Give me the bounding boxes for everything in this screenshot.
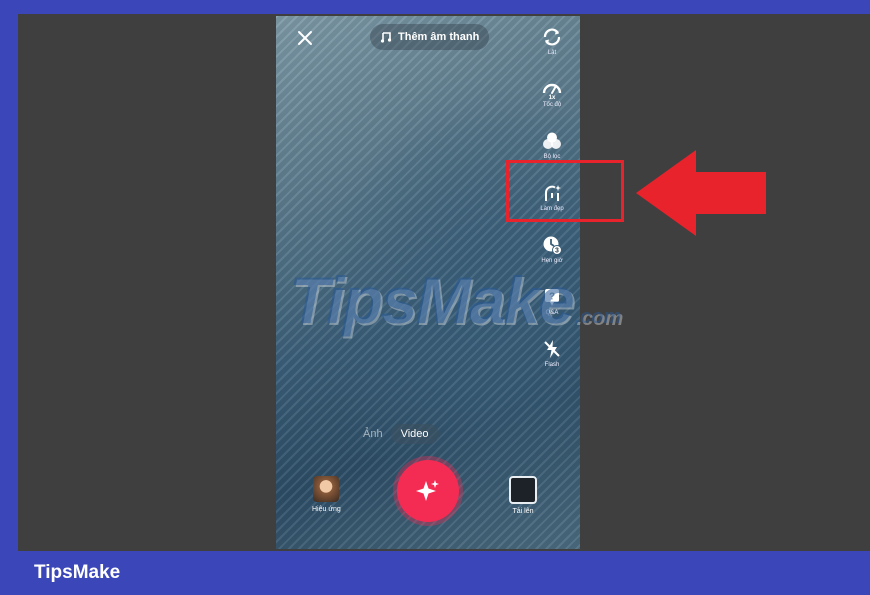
footer-brand: TipsMake (34, 562, 121, 583)
footer-bar: TipsMake (0, 551, 870, 595)
tool-speed[interactable]: 1x Tốc độ (541, 78, 563, 130)
tool-label: Flash (544, 362, 560, 368)
tool-label: Lật (547, 50, 557, 56)
effects-button[interactable]: Hiệu ứng (312, 476, 341, 513)
mode-tabs: Ảnh Video (363, 424, 439, 444)
arrow-left-icon (636, 150, 766, 236)
watermark: TipsMake .com (289, 262, 621, 338)
timer-badge: 3 (555, 248, 559, 255)
music-note-icon (380, 32, 392, 43)
filter-icon (543, 132, 561, 149)
tool-flip[interactable]: Lật (541, 26, 563, 78)
effects-label: Hiệu ứng (312, 506, 341, 513)
speed-badge: 1x (549, 95, 556, 100)
upload-thumbnail (509, 476, 537, 504)
add-sound-label: Thêm âm thanh (398, 31, 480, 43)
close-icon[interactable] (294, 27, 316, 49)
tool-label: Tốc độ (542, 102, 562, 108)
flash-icon (544, 340, 560, 358)
highlight-box (506, 160, 624, 222)
upload-button[interactable]: Tải lên (509, 476, 537, 515)
flip-icon (543, 28, 561, 46)
tab-video[interactable]: Video (390, 424, 439, 444)
add-sound-button[interactable]: Thêm âm thanh (370, 24, 490, 50)
sparkle-icon (416, 480, 439, 501)
tool-flash[interactable]: Flash (541, 338, 563, 390)
record-button[interactable] (397, 460, 459, 522)
effects-thumbnail (313, 476, 340, 502)
tab-photo[interactable]: Ảnh (363, 424, 383, 444)
timer-icon: 3 (543, 236, 562, 255)
watermark-text: TipsMake (289, 263, 575, 337)
upload-label: Tải lên (512, 508, 534, 515)
speed-icon: 1x (542, 83, 562, 100)
watermark-domain: .com (574, 306, 622, 328)
